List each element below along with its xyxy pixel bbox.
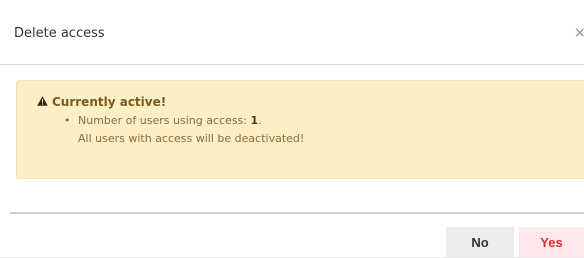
bullet: •	[64, 114, 71, 127]
close-icon[interactable]: ×	[574, 25, 584, 41]
users-count-label: Number of users using access:	[78, 114, 247, 127]
users-count-suffix: .	[258, 114, 262, 127]
dialog-header: Delete access ×	[0, 0, 584, 65]
alert-heading: Currently active!	[37, 95, 166, 109]
alert-users-count-line: • Number of users using access: 1.	[64, 114, 262, 128]
warning-icon	[37, 95, 48, 109]
yes-button[interactable]: Yes	[519, 227, 584, 257]
alert-deactivation-note: All users with access will be deactivate…	[78, 132, 305, 145]
delete-access-dialog: Delete access × Currently active! • Numbe…	[0, 0, 584, 257]
alert-heading-text: Currently active!	[52, 95, 167, 109]
footer-divider	[10, 212, 584, 214]
no-button[interactable]: No	[446, 227, 514, 257]
warning-alert: Currently active! • Number of users using…	[16, 80, 584, 179]
users-count-value: 1	[250, 114, 259, 127]
dialog-title: Delete access	[14, 26, 105, 41]
